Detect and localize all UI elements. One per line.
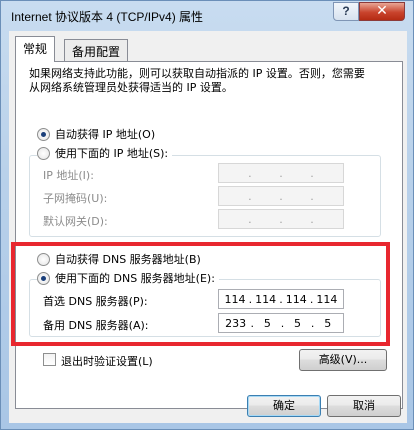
title-bar: Internet 协议版本 4 (TCP/IPv4) 属性 ? ✕ <box>1 1 413 31</box>
cancel-button[interactable]: 取消 <box>327 395 401 417</box>
advanced-button[interactable]: 高级(V)... <box>299 349 387 371</box>
ip-address-label: IP 地址(I): <box>43 169 94 182</box>
annotation-highlight-box <box>11 242 390 346</box>
ip-auto-radio-row[interactable]: 自动获得 IP 地址(O) <box>37 126 155 142</box>
ip-auto-label: 自动获得 IP 地址(O) <box>55 128 156 141</box>
window-title: Internet 协议版本 4 (TCP/IPv4) 属性 <box>11 10 204 24</box>
dialog-client-area: 常规 备用配置 如果网络支持此功能，则可以获取自动指派的 IP 设置。否则，您需… <box>9 31 407 423</box>
help-button[interactable]: ? <box>333 2 359 21</box>
subnet-mask-field[interactable]: . . . <box>218 186 344 206</box>
subnet-mask-label: 子网掩码(U): <box>43 192 108 205</box>
default-gateway-label: 默认网关(D): <box>43 215 108 228</box>
tab-general[interactable]: 常规 <box>15 36 56 62</box>
description-text: 如果网络支持此功能，则可以获取自动指派的 IP 设置。否则，您需要从网络系统管理… <box>29 67 365 94</box>
ip-manual-label: 使用下面的 IP 地址(S): <box>55 147 169 160</box>
validate-on-exit-label: 退出时验证设置(L) <box>61 355 153 368</box>
validate-on-exit-checkbox[interactable] <box>43 353 56 366</box>
ip-address-field[interactable]: . . . <box>218 163 344 183</box>
close-button[interactable]: ✕ <box>359 2 405 21</box>
tab-alternate-config[interactable]: 备用配置 <box>64 39 129 61</box>
ok-button[interactable]: 确定 <box>247 395 321 417</box>
default-gateway-field[interactable]: . . . <box>218 209 344 229</box>
dialog-window: Internet 协议版本 4 (TCP/IPv4) 属性 ? ✕ 常规 备用配… <box>0 0 414 430</box>
ip-manual-radio-row[interactable]: 使用下面的 IP 地址(S): <box>37 145 173 161</box>
ip-auto-radio[interactable] <box>37 127 50 141</box>
ip-manual-radio[interactable] <box>37 146 50 160</box>
